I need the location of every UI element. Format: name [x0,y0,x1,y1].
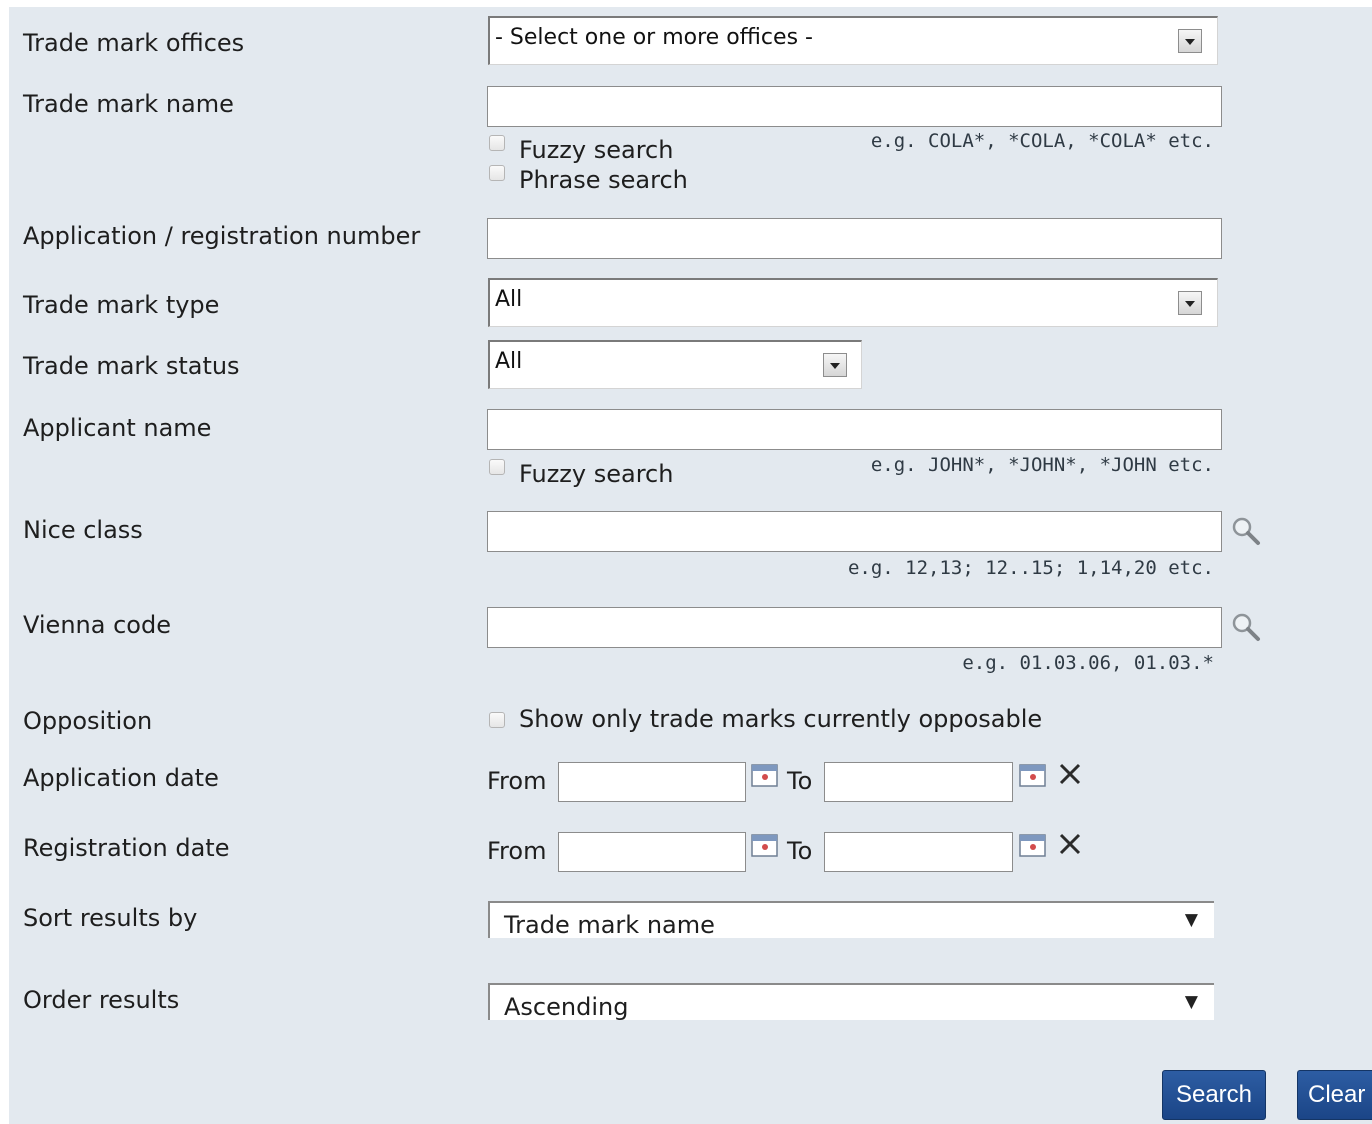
applicant-label: Applicant name [23,414,212,442]
opposition-label: Opposition [23,707,153,735]
calendar-icon[interactable] [751,833,779,859]
vienna-code-hint: e.g. 01.03.06, 01.03.* [962,652,1214,674]
offices-select[interactable]: - Select one or more offices - [488,16,1218,65]
order-select[interactable]: Ascending ▼ [488,983,1214,1020]
tm-name-fuzzy-label: Fuzzy search [519,136,674,164]
offices-select-value: - Select one or more offices - [495,25,813,50]
app-reg-number-label: Application / registration number [23,222,421,250]
nice-class-label: Nice class [23,516,143,544]
application-date-label: Application date [23,764,219,792]
tm-name-label: Trade mark name [23,90,234,118]
close-icon[interactable] [1057,761,1083,787]
vienna-code-label: Vienna code [23,611,171,639]
magnifier-icon[interactable] [1229,610,1263,644]
order-label: Order results [23,986,180,1014]
search-button[interactable]: Search [1162,1070,1266,1120]
registration-date-label: Registration date [23,834,230,862]
tm-name-phrase-label: Phrase search [519,166,688,194]
sort-by-select[interactable]: Trade mark name ▼ [488,901,1214,938]
tm-type-select-value: All [495,287,523,312]
tm-status-label: Trade mark status [23,352,240,380]
registration-date-from-input[interactable] [558,832,746,872]
applicant-fuzzy-checkbox[interactable] [489,459,505,475]
registration-date-from-label: From [487,837,547,865]
chevron-down-icon[interactable] [1178,291,1202,315]
sort-by-select-value: Trade mark name [504,911,715,939]
close-icon[interactable] [1057,831,1083,857]
chevron-down-icon[interactable] [1178,29,1202,53]
application-date-to-label: To [787,767,813,795]
applicant-fuzzy-label: Fuzzy search [519,460,674,488]
vienna-code-input[interactable] [487,607,1222,648]
magnifier-icon[interactable] [1229,514,1263,548]
tm-name-hint: e.g. COLA*, *COLA, *COLA* etc. [870,130,1214,152]
application-date-from-input[interactable] [558,762,746,802]
clear-button[interactable]: Clear [1297,1070,1372,1120]
opposition-checkbox[interactable] [489,712,505,728]
tm-status-select-value: All [495,349,523,374]
offices-label: Trade mark offices [23,29,245,57]
registration-date-to-label: To [787,837,813,865]
nice-class-hint: e.g. 12,13; 12..15; 1,14,20 etc. [847,557,1214,579]
chevron-down-icon[interactable] [823,353,847,377]
app-reg-number-input[interactable] [487,218,1222,259]
chevron-down-icon[interactable]: ▼ [1185,994,1198,1011]
calendar-icon[interactable] [1019,833,1047,859]
application-date-to-input[interactable] [824,762,1013,802]
opposition-checkbox-label: Show only trade marks currently opposabl… [519,705,1043,733]
calendar-icon[interactable] [751,763,779,789]
application-date-from-label: From [487,767,547,795]
calendar-icon[interactable] [1019,763,1047,789]
tm-type-select[interactable]: All [488,278,1218,327]
order-select-value: Ascending [504,993,629,1021]
chevron-down-icon[interactable]: ▼ [1185,912,1198,929]
tm-name-input[interactable] [487,86,1222,127]
applicant-input[interactable] [487,409,1222,450]
tm-status-select[interactable]: All [488,340,862,389]
applicant-hint: e.g. JOHN*, *JOHN*, *JOHN etc. [870,454,1214,476]
tm-name-phrase-checkbox[interactable] [489,165,505,181]
nice-class-input[interactable] [487,511,1222,552]
tm-type-label: Trade mark type [23,291,220,319]
sort-by-label: Sort results by [23,904,198,932]
registration-date-to-input[interactable] [824,832,1013,872]
tm-name-fuzzy-checkbox[interactable] [489,135,505,151]
